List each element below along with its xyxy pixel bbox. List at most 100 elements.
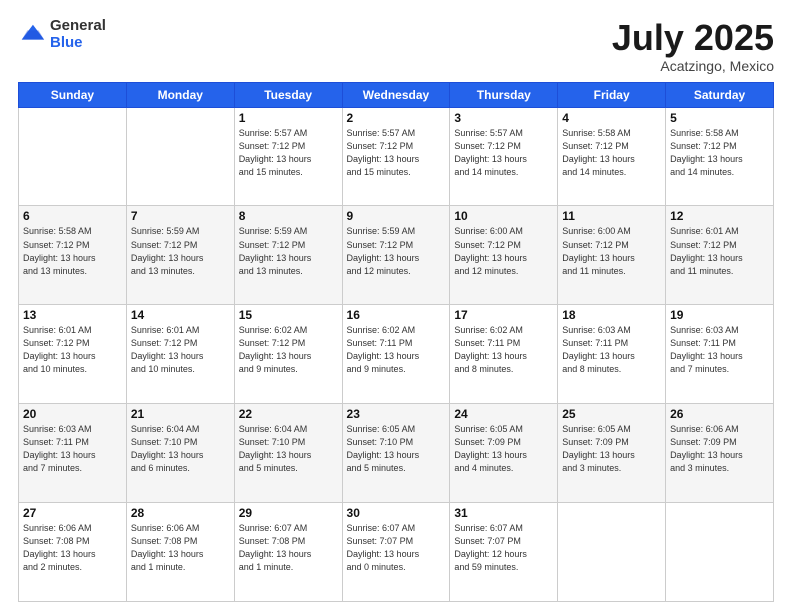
weekday-header-friday: Friday — [558, 82, 666, 107]
weekday-header-thursday: Thursday — [450, 82, 558, 107]
logo: General Blue — [18, 18, 106, 51]
calendar-week-row: 6 Sunrise: 5:58 AM Sunset: 7:12 PM Daylig… — [19, 206, 774, 305]
day-info: Sunrise: 5:58 AM Sunset: 7:12 PM Dayligh… — [670, 127, 769, 179]
day-info: Sunrise: 6:05 AM Sunset: 7:09 PM Dayligh… — [454, 423, 553, 475]
calendar-cell: 27 Sunrise: 6:06 AM Sunset: 7:08 PM Dayli… — [19, 503, 127, 602]
calendar-cell: 22 Sunrise: 6:04 AM Sunset: 7:10 PM Dayli… — [234, 404, 342, 503]
calendar-cell: 9 Sunrise: 5:59 AM Sunset: 7:12 PM Daylig… — [342, 206, 450, 305]
day-number: 28 — [131, 506, 230, 520]
calendar-cell: 12Sunrise: 6:01 AM Sunset: 7:12 PM Dayli… — [666, 206, 774, 305]
header: General Blue July 2025 Acatzingo, Mexico — [18, 18, 774, 74]
day-number: 5 — [670, 111, 769, 125]
calendar-cell: 15Sunrise: 6:02 AM Sunset: 7:12 PM Dayli… — [234, 305, 342, 404]
calendar-cell: 21Sunrise: 6:04 AM Sunset: 7:10 PM Dayli… — [126, 404, 234, 503]
day-number: 29 — [239, 506, 338, 520]
day-number: 18 — [562, 308, 661, 322]
day-number: 4 — [562, 111, 661, 125]
calendar-cell — [558, 503, 666, 602]
day-info: Sunrise: 5:58 AM Sunset: 7:12 PM Dayligh… — [23, 225, 122, 277]
day-number: 30 — [347, 506, 446, 520]
calendar-cell: 7 Sunrise: 5:59 AM Sunset: 7:12 PM Daylig… — [126, 206, 234, 305]
calendar-cell: 18 Sunrise: 6:03 AM Sunset: 7:11 PM Dayli… — [558, 305, 666, 404]
day-number: 19 — [670, 308, 769, 322]
day-number: 7 — [131, 209, 230, 223]
day-info: Sunrise: 6:02 AM Sunset: 7:11 PM Dayligh… — [347, 324, 446, 376]
calendar-cell: 20 Sunrise: 6:03 AM Sunset: 7:11 PM Dayli… — [19, 404, 127, 503]
weekday-header-tuesday: Tuesday — [234, 82, 342, 107]
calendar-week-row: 27 Sunrise: 6:06 AM Sunset: 7:08 PM Dayli… — [19, 503, 774, 602]
calendar-cell: 26 Sunrise: 6:06 AM Sunset: 7:09 PM Dayli… — [666, 404, 774, 503]
calendar-table: SundayMondayTuesdayWednesdayThursdayFrid… — [18, 82, 774, 602]
logo-blue-text: Blue — [50, 35, 106, 52]
day-info: Sunrise: 5:57 AM Sunset: 7:12 PM Dayligh… — [239, 127, 338, 179]
calendar-cell — [19, 107, 127, 206]
weekday-header-monday: Monday — [126, 82, 234, 107]
calendar-cell: 31Sunrise: 6:07 AM Sunset: 7:07 PM Dayli… — [450, 503, 558, 602]
calendar-cell: 28 Sunrise: 6:06 AM Sunset: 7:08 PM Dayli… — [126, 503, 234, 602]
day-number: 25 — [562, 407, 661, 421]
day-number: 2 — [347, 111, 446, 125]
day-info: Sunrise: 6:07 AM Sunset: 7:07 PM Dayligh… — [347, 522, 446, 574]
day-info: Sunrise: 6:07 AM Sunset: 7:08 PM Dayligh… — [239, 522, 338, 574]
day-info: Sunrise: 6:04 AM Sunset: 7:10 PM Dayligh… — [239, 423, 338, 475]
day-number: 24 — [454, 407, 553, 421]
day-info: Sunrise: 5:57 AM Sunset: 7:12 PM Dayligh… — [454, 127, 553, 179]
day-number: 3 — [454, 111, 553, 125]
day-number: 1 — [239, 111, 338, 125]
day-info: Sunrise: 6:04 AM Sunset: 7:10 PM Dayligh… — [131, 423, 230, 475]
logo-general-text: General — [50, 18, 106, 35]
day-number: 10 — [454, 209, 553, 223]
calendar-cell: 24 Sunrise: 6:05 AM Sunset: 7:09 PM Dayli… — [450, 404, 558, 503]
day-info: Sunrise: 5:58 AM Sunset: 7:12 PM Dayligh… — [562, 127, 661, 179]
calendar-week-row: 1 Sunrise: 5:57 AM Sunset: 7:12 PM Daylig… — [19, 107, 774, 206]
page: General Blue July 2025 Acatzingo, Mexico… — [0, 0, 792, 612]
day-number: 26 — [670, 407, 769, 421]
calendar-cell: 5 Sunrise: 5:58 AM Sunset: 7:12 PM Daylig… — [666, 107, 774, 206]
day-info: Sunrise: 6:03 AM Sunset: 7:11 PM Dayligh… — [670, 324, 769, 376]
calendar-week-row: 13Sunrise: 6:01 AM Sunset: 7:12 PM Dayli… — [19, 305, 774, 404]
calendar-cell: 14 Sunrise: 6:01 AM Sunset: 7:12 PM Dayli… — [126, 305, 234, 404]
calendar-cell: 30 Sunrise: 6:07 AM Sunset: 7:07 PM Dayli… — [342, 503, 450, 602]
day-info: Sunrise: 5:57 AM Sunset: 7:12 PM Dayligh… — [347, 127, 446, 179]
calendar-cell: 29 Sunrise: 6:07 AM Sunset: 7:08 PM Dayli… — [234, 503, 342, 602]
day-number: 9 — [347, 209, 446, 223]
title-block: July 2025 Acatzingo, Mexico — [612, 18, 774, 74]
day-info: Sunrise: 6:01 AM Sunset: 7:12 PM Dayligh… — [131, 324, 230, 376]
day-info: Sunrise: 6:00 AM Sunset: 7:12 PM Dayligh… — [454, 225, 553, 277]
day-info: Sunrise: 5:59 AM Sunset: 7:12 PM Dayligh… — [239, 225, 338, 277]
weekday-header-row: SundayMondayTuesdayWednesdayThursdayFrid… — [19, 82, 774, 107]
day-info: Sunrise: 6:02 AM Sunset: 7:11 PM Dayligh… — [454, 324, 553, 376]
day-number: 27 — [23, 506, 122, 520]
calendar-cell: 4 Sunrise: 5:58 AM Sunset: 7:12 PM Daylig… — [558, 107, 666, 206]
calendar-cell: 8 Sunrise: 5:59 AM Sunset: 7:12 PM Daylig… — [234, 206, 342, 305]
weekday-header-wednesday: Wednesday — [342, 82, 450, 107]
day-number: 23 — [347, 407, 446, 421]
calendar-cell: 13Sunrise: 6:01 AM Sunset: 7:12 PM Dayli… — [19, 305, 127, 404]
calendar-cell: 25Sunrise: 6:05 AM Sunset: 7:09 PM Dayli… — [558, 404, 666, 503]
location-subtitle: Acatzingo, Mexico — [612, 58, 774, 74]
day-number: 22 — [239, 407, 338, 421]
day-number: 6 — [23, 209, 122, 223]
day-number: 14 — [131, 308, 230, 322]
calendar-cell: 11Sunrise: 6:00 AM Sunset: 7:12 PM Dayli… — [558, 206, 666, 305]
calendar-cell: 10 Sunrise: 6:00 AM Sunset: 7:12 PM Dayli… — [450, 206, 558, 305]
calendar-cell: 2 Sunrise: 5:57 AM Sunset: 7:12 PM Daylig… — [342, 107, 450, 206]
calendar-cell: 3 Sunrise: 5:57 AM Sunset: 7:12 PM Daylig… — [450, 107, 558, 206]
calendar-cell: 23Sunrise: 6:05 AM Sunset: 7:10 PM Dayli… — [342, 404, 450, 503]
day-info: Sunrise: 6:06 AM Sunset: 7:08 PM Dayligh… — [131, 522, 230, 574]
day-number: 31 — [454, 506, 553, 520]
day-info: Sunrise: 6:06 AM Sunset: 7:09 PM Dayligh… — [670, 423, 769, 475]
day-info: Sunrise: 6:01 AM Sunset: 7:12 PM Dayligh… — [23, 324, 122, 376]
day-info: Sunrise: 6:03 AM Sunset: 7:11 PM Dayligh… — [562, 324, 661, 376]
day-info: Sunrise: 6:06 AM Sunset: 7:08 PM Dayligh… — [23, 522, 122, 574]
day-number: 8 — [239, 209, 338, 223]
day-info: Sunrise: 5:59 AM Sunset: 7:12 PM Dayligh… — [347, 225, 446, 277]
calendar-cell: 6 Sunrise: 5:58 AM Sunset: 7:12 PM Daylig… — [19, 206, 127, 305]
logo-text: General Blue — [50, 18, 106, 51]
calendar-cell: 17 Sunrise: 6:02 AM Sunset: 7:11 PM Dayli… — [450, 305, 558, 404]
day-info: Sunrise: 6:03 AM Sunset: 7:11 PM Dayligh… — [23, 423, 122, 475]
day-info: Sunrise: 5:59 AM Sunset: 7:12 PM Dayligh… — [131, 225, 230, 277]
day-number: 17 — [454, 308, 553, 322]
calendar-cell — [126, 107, 234, 206]
day-number: 20 — [23, 407, 122, 421]
